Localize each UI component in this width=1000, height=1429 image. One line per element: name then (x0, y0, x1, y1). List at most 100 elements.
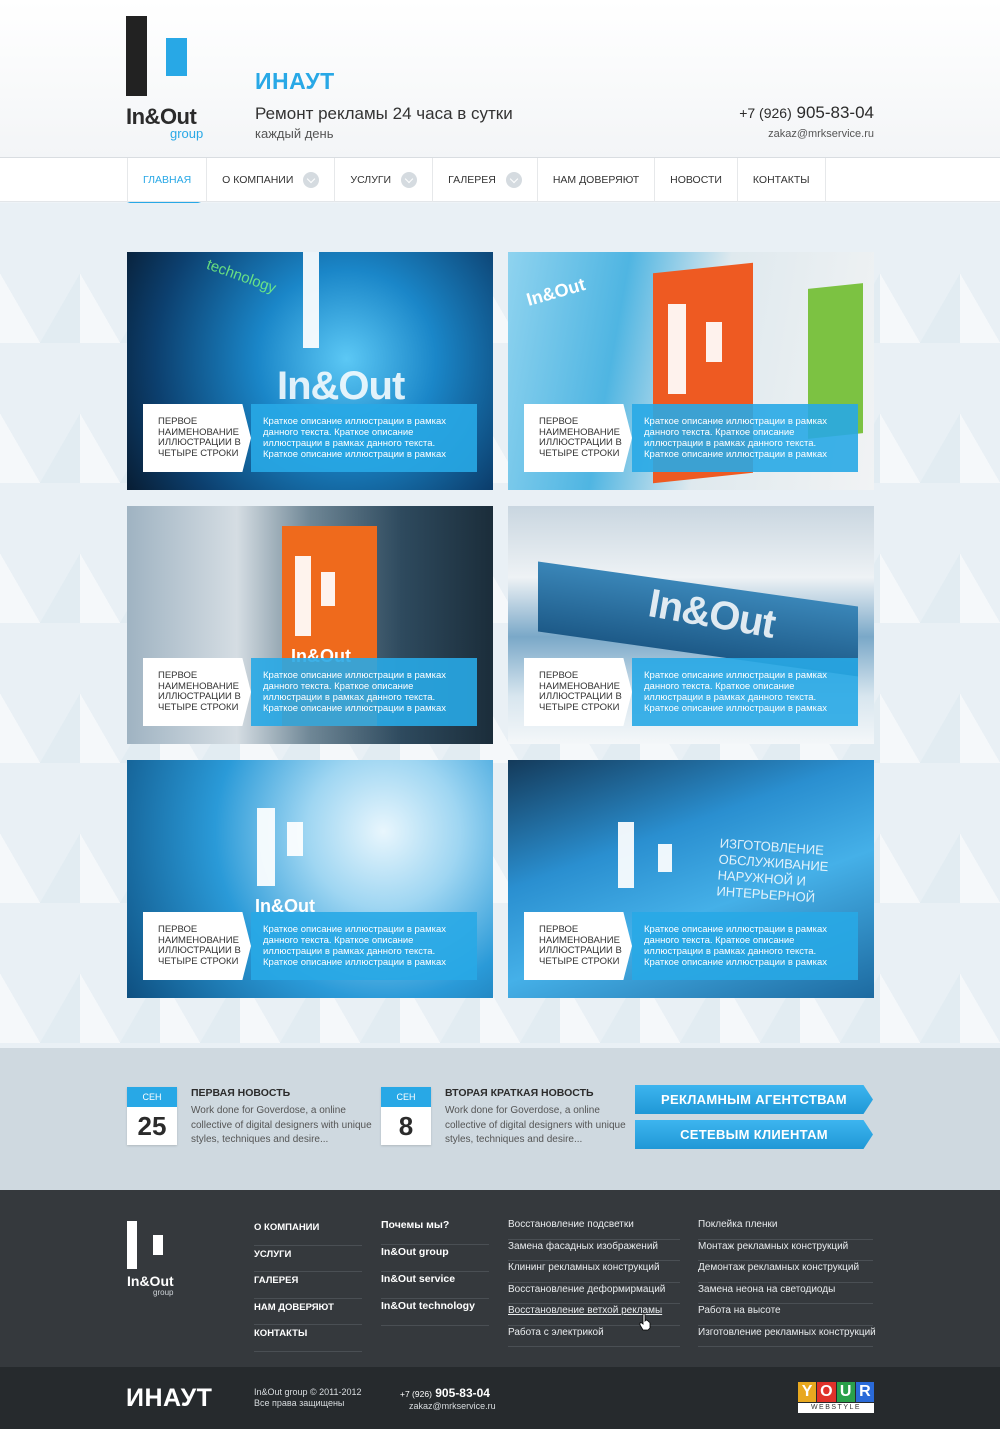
card-description: Краткое описание иллюстрации в рамках да… (251, 404, 477, 472)
chevron-down-icon[interactable] (401, 172, 418, 188)
bottom-phone: +7 (926) 905-83-04 (400, 1386, 490, 1400)
footer-nav: О КОМПАНИИ УСЛУГИ ГАЛЕРЕЯ НАМ ДОВЕРЯЮТ К… (254, 1219, 362, 1352)
footer-logo[interactable]: In&Out group (127, 1221, 187, 1301)
card-description: Краткое описание иллюстрации в рамках да… (251, 658, 477, 726)
news-title[interactable]: ВТОРАЯ КРАТКАЯ НОВОСТЬ (445, 1087, 594, 1099)
phone-number: 905-83-04 (796, 103, 874, 122)
card-title: ПЕРВОЕ НАИМЕНОВАНИЕ ИЛЛЮСТРАЦИИ В ЧЕТЫРЕ… (143, 912, 251, 980)
news-title[interactable]: ПЕРВАЯ НОВОСТЬ (191, 1087, 290, 1099)
header-phone: +7 (926) 905-83-04 (739, 103, 874, 123)
nav-trust[interactable]: НАМ ДОВЕРЯЮТ (538, 158, 656, 202)
date-day: 8 (398, 1111, 414, 1141)
footer-logo-sub: group (153, 1288, 174, 1297)
gallery-card[interactable]: In&Out ПЕРВОЕ НАИМЕНОВАНИЕ ИЛЛЮСТРАЦИИ В… (127, 506, 493, 744)
news-text: Work done for Goverdose, a online collec… (191, 1105, 372, 1145)
footer-link[interactable]: О КОМПАНИИ (254, 1219, 362, 1246)
footer-link[interactable]: In&Out service (381, 1272, 489, 1299)
badge-letter: Y (798, 1382, 817, 1402)
chevron-down-icon[interactable] (303, 172, 320, 188)
footer-link[interactable]: Восстановление деформирмаций (508, 1283, 680, 1304)
badge-sub: WEBSTYLE (798, 1403, 874, 1413)
phone-code: +7 (926) (739, 105, 792, 121)
footer-link[interactable]: In&Out technology (381, 1299, 489, 1326)
date-day: 25 (137, 1111, 167, 1141)
logo-bar-blue (166, 38, 187, 76)
nav-services[interactable]: УСЛУГИ (335, 158, 434, 202)
footer-link[interactable]: Работа с электрикой (508, 1326, 680, 1347)
sign-shape (257, 808, 275, 886)
logo-sub: group (170, 126, 204, 141)
nav-label: УСЛУГИ (350, 174, 392, 186)
logo-bar-black (126, 16, 147, 96)
logo-bar (153, 1235, 163, 1255)
gallery-card[interactable]: In&Out technology ПЕРВОЕ НАИМЕНОВАНИЕ ИЛ… (127, 252, 493, 490)
footer-link[interactable]: УСЛУГИ (254, 1246, 362, 1272)
sign-text: ИЗГОТОВЛЕНИЕ ОБСЛУЖИВАНИЕ НАРУЖНОЙ И ИНТ… (715, 835, 829, 906)
gallery-card[interactable]: In&Out ПЕРВОЕ НАИМЕНОВАНИЕ ИЛЛЮСТРАЦИИ В… (508, 506, 874, 744)
developer-badge[interactable]: Y O U R WEBSTYLE (798, 1382, 874, 1413)
footer-link[interactable]: Клининг рекламных конструкций (508, 1261, 680, 1283)
nav-contacts[interactable]: КОНТАКТЫ (738, 158, 826, 202)
tagline: Ремонт рекламы 24 часа в сутки (255, 104, 513, 123)
news-text: Work done for Goverdose, a online collec… (445, 1105, 626, 1145)
tagline-sub: каждый день (255, 126, 334, 141)
badge-letter: U (836, 1382, 855, 1402)
logo-bar (127, 1221, 137, 1269)
nav-label: НОВОСТИ (670, 174, 722, 186)
footer-logo-brand: In&Out (127, 1273, 174, 1289)
news-date: СЕН 25 (127, 1087, 177, 1145)
card-description: Краткое описание иллюстрации в рамках да… (632, 658, 858, 726)
nav-news[interactable]: НОВОСТИ (655, 158, 738, 202)
sign-text: In&Out (277, 364, 405, 408)
chevron-down-icon[interactable] (505, 172, 522, 188)
footer-services: Восстановление подсветки Замена фасадных… (508, 1218, 680, 1347)
footer-services-2: Поклейка пленки Монтаж рекламных констру… (698, 1218, 876, 1347)
footer-link[interactable]: Работа на высоте (698, 1304, 873, 1326)
site-logo[interactable]: In&Out group (126, 16, 216, 144)
sign-shape (321, 572, 335, 606)
main-nav: ГЛАВНАЯ О КОМПАНИИ УСЛУГИ ГАЛЕРЕЯ НАМ ДО… (0, 158, 1000, 202)
badge-letter: O (817, 1382, 836, 1402)
date-month: СЕН (127, 1087, 177, 1107)
nav-gallery[interactable]: ГАЛЕРЕЯ (433, 158, 538, 202)
footer-link[interactable]: Монтаж рекламных конструкций (698, 1240, 873, 1261)
card-title: ПЕРВОЕ НАИМЕНОВАНИЕ ИЛЛЮСТРАЦИИ В ЧЕТЫРЕ… (524, 658, 632, 726)
card-title: ПЕРВОЕ НАИМЕНОВАНИЕ ИЛЛЮСТРАЦИИ В ЧЕТЫРЕ… (143, 658, 251, 726)
news-date: СЕН 8 (381, 1087, 431, 1145)
footer-link[interactable]: Замена фасадных изображений (508, 1240, 680, 1261)
copyright-line: In&Out group © 2011-2012 (254, 1387, 362, 1397)
gallery-card[interactable]: ИЗГОТОВЛЕНИЕ ОБСЛУЖИВАНИЕ НАРУЖНОЙ И ИНТ… (508, 760, 874, 998)
footer-link[interactable]: Почемы мы? (381, 1218, 489, 1245)
footer-link[interactable]: In&Out group (381, 1245, 489, 1272)
card-title: ПЕРВОЕ НАИМЕНОВАНИЕ ИЛЛЮСТРАЦИИ В ЧЕТЫРЕ… (143, 404, 251, 472)
header-email[interactable]: zakaz@mrkservice.ru (768, 128, 874, 140)
nav-home[interactable]: ГЛАВНАЯ (127, 158, 208, 202)
gallery-card[interactable]: In&Out ПЕРВОЕ НАИМЕНОВАНИЕ ИЛЛЮСТРАЦИИ В… (127, 760, 493, 998)
footer-link[interactable]: КОНТАКТЫ (254, 1325, 362, 1352)
footer-link[interactable]: ГАЛЕРЕЯ (254, 1272, 362, 1299)
nav-label: КОНТАКТЫ (752, 174, 810, 186)
nav-label: НАМ ДОВЕРЯЮТ (552, 174, 640, 186)
site-name: ИНАУТ (255, 68, 335, 94)
sign-shape (658, 844, 672, 872)
footer-link[interactable]: Замена неона на светодиоды (698, 1283, 873, 1304)
footer-link[interactable]: Восстановление ветхой рекламы (508, 1304, 680, 1326)
phone-number: 905-83-04 (435, 1386, 490, 1400)
footer-link[interactable]: НАМ ДОВЕРЯЮТ (254, 1299, 362, 1325)
footer-link[interactable]: Изготовление рекламных конструкций (698, 1326, 876, 1347)
bottom-site-name: ИНАУТ (126, 1384, 213, 1412)
footer-link[interactable]: Демонтаж рекламных конструкций (698, 1261, 873, 1283)
nav-label: ГАЛЕРЕЯ (448, 174, 496, 186)
sign-shape (706, 322, 722, 362)
sign-shape (303, 252, 319, 348)
hand-cursor-icon (639, 1313, 651, 1331)
footer-link[interactable]: Восстановление подсветки (508, 1218, 680, 1240)
copyright-rights: Все права защищены (254, 1398, 345, 1408)
sign-shape (287, 822, 303, 856)
footer-link[interactable]: Поклейка пленки (698, 1218, 873, 1240)
bottom-email[interactable]: zakaz@mrkservice.ru (409, 1401, 496, 1411)
nav-company[interactable]: О КОМПАНИИ (207, 158, 336, 202)
networks-button[interactable]: СЕТЕВЫМ КЛИЕНТАМ (635, 1120, 873, 1149)
agencies-button[interactable]: РЕКЛАМНЫМ АГЕНТСТВАМ (635, 1085, 873, 1114)
gallery-card[interactable]: In&Out ПЕРВОЕ НАИМЕНОВАНИЕ ИЛЛЮСТРАЦИИ В… (508, 252, 874, 490)
